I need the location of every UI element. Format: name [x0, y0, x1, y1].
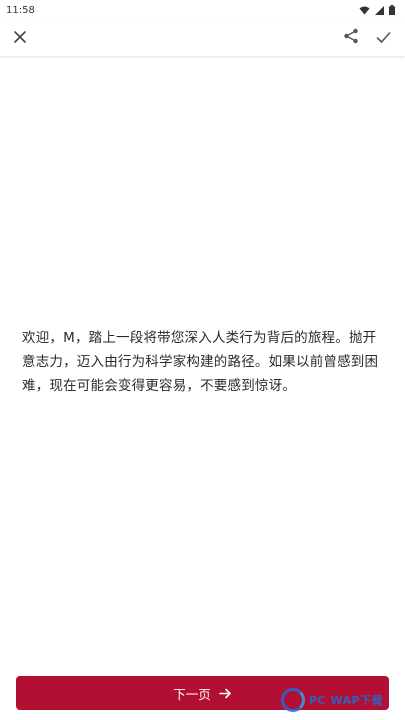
status-bar: 11:58 [0, 0, 405, 20]
battery-icon [389, 5, 395, 15]
close-icon [13, 29, 27, 48]
share-button[interactable] [339, 26, 363, 50]
body-text: 欢迎，M，踏上一段将带您深入人类行为背后的旅程。抛开意志力，迈入由行为科学家构建… [22, 330, 379, 394]
toolbar-actions [339, 26, 395, 50]
status-icons [359, 5, 395, 15]
next-page-label: 下一页 [173, 686, 211, 702]
watermark: PC WAP下载 [281, 683, 405, 717]
watermark-logo [281, 688, 305, 712]
screen: 11:58 欢迎，M，踏上一段将带您深入人类行为背后的旅程。抛开意志力，迈入由行… [0, 0, 405, 720]
status-time: 11:58 [6, 4, 35, 16]
confirm-button[interactable] [371, 26, 395, 50]
toolbar [0, 20, 405, 56]
wifi-icon [359, 6, 370, 15]
signal-icon [375, 5, 384, 15]
share-icon [343, 28, 359, 48]
watermark-text: PC WAP下载 [309, 694, 384, 707]
check-icon [376, 29, 391, 48]
arrow-right-icon [218, 688, 232, 699]
close-button[interactable] [8, 26, 32, 50]
